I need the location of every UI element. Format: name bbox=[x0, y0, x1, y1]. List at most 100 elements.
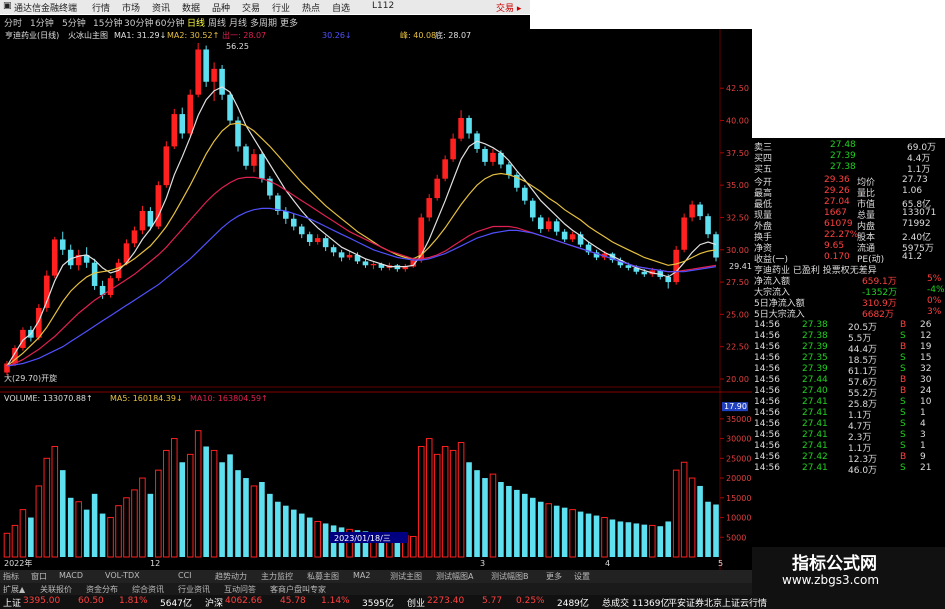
extension-tab[interactable]: 综合资讯 bbox=[132, 584, 164, 595]
volume-bar bbox=[585, 513, 592, 557]
stat-value: 133071 bbox=[902, 208, 937, 218]
volume-bar bbox=[569, 509, 576, 558]
volume-bar bbox=[203, 446, 209, 557]
quote-label: 买五 bbox=[754, 165, 773, 175]
candle-body bbox=[179, 114, 186, 134]
period-tab[interactable]: 30分钟 bbox=[124, 16, 153, 29]
volume-bar bbox=[290, 509, 297, 557]
indicator-tab[interactable]: 趋势动力 bbox=[215, 571, 247, 582]
volume-bar bbox=[186, 453, 194, 558]
menu-shichang[interactable]: 市场 bbox=[122, 1, 140, 14]
indicator-tab[interactable]: 主力监控 bbox=[261, 571, 293, 582]
menu-hangqing[interactable]: 行情 bbox=[92, 1, 110, 14]
tick-time: 14:56 bbox=[754, 441, 780, 451]
menu-hangye[interactable]: 行业 bbox=[272, 1, 290, 14]
volume-bar bbox=[227, 454, 233, 557]
quote-row: 卖三 27.48 69.0万 bbox=[752, 140, 945, 153]
candle-body bbox=[275, 195, 281, 211]
volume-bar bbox=[75, 501, 82, 558]
period-tab[interactable]: 分时 bbox=[4, 16, 22, 29]
quote-panel: 卖三 27.48 69.0万 买四 27.39 4.4万 买五 27.38 1.1万 今开 29.3… bbox=[752, 138, 945, 570]
period-tab[interactable]: 多周期 bbox=[250, 16, 277, 29]
extension-tab[interactable]: 互动问答 bbox=[224, 584, 256, 595]
period-tab-more[interactable]: 更多 bbox=[280, 16, 298, 29]
indicator-tab[interactable]: 测试幅图B bbox=[491, 571, 529, 582]
indicator-tab[interactable]: MA2 bbox=[353, 571, 370, 580]
extension-tab[interactable]: 行业资讯 bbox=[178, 584, 210, 595]
indicator-tab[interactable]: 更多 bbox=[546, 571, 562, 582]
candle-body bbox=[681, 217, 687, 250]
indicator-tab[interactable]: MACD bbox=[59, 571, 83, 580]
candle-body bbox=[243, 146, 249, 166]
candle-body bbox=[44, 275, 50, 308]
axis-year-0: 2022年 bbox=[4, 558, 32, 568]
volume-bar bbox=[417, 445, 425, 558]
indicator-tab[interactable]: 私募主图 bbox=[307, 571, 339, 582]
volume-bar bbox=[179, 462, 186, 557]
menu-zixun[interactable]: 资讯 bbox=[152, 1, 170, 14]
indicator-tab[interactable]: VOL-TDX bbox=[105, 571, 140, 580]
tick-row: 14:56 27.44 57.6万 B 30 bbox=[752, 375, 945, 388]
menu-pinzhong[interactable]: 品种 bbox=[212, 1, 230, 14]
indicator-tab[interactable]: 测试幅图A bbox=[436, 571, 473, 582]
volume-bar bbox=[219, 462, 225, 557]
menu-zixuan[interactable]: 自选 bbox=[332, 1, 350, 14]
period-tab[interactable]: 月线 bbox=[229, 16, 247, 29]
ma6-label: 底: 28.07 bbox=[435, 30, 471, 40]
quote-price: 27.38 bbox=[830, 162, 856, 172]
volume-bar bbox=[51, 445, 59, 558]
indicator-tab[interactable]: 设置 bbox=[574, 571, 590, 582]
volume-bar bbox=[210, 449, 218, 558]
tick-row: 14:56 27.41 1.1万 S 1 bbox=[752, 408, 945, 421]
volume-bar bbox=[243, 478, 249, 557]
menu-shuju[interactable]: 数据 bbox=[182, 1, 200, 14]
flow-percent: 5% bbox=[927, 274, 942, 284]
tick-volume: 46.0万 bbox=[848, 466, 878, 476]
extension-tab[interactable]: 客商户盘叫专家 bbox=[270, 584, 326, 595]
stat-row: 净资 9.65 流通 5975万 bbox=[752, 241, 945, 254]
volume-bar bbox=[441, 445, 449, 558]
candlestick-chart[interactable]: 35000 30000 25000 20000 15000 10000 5000 42.50… bbox=[0, 29, 752, 570]
index-price: 3395.00 bbox=[23, 596, 61, 606]
volume-tick-label: 25000 bbox=[726, 454, 751, 463]
status-bar: 上证 3395.00 60.50 1.81% 5647亿 沪深 4062.66 45.78 1.… bbox=[0, 595, 945, 609]
indicator-tab[interactable]: 测试主图 bbox=[390, 571, 422, 582]
period-tab[interactable]: 15分钟 bbox=[93, 16, 122, 29]
quote-price: 27.48 bbox=[830, 140, 856, 150]
candle-body bbox=[394, 265, 401, 270]
period-tab[interactable]: 60分钟 bbox=[155, 16, 184, 29]
period-tab[interactable]: 周线 bbox=[208, 16, 226, 29]
period-tab[interactable]: 5分钟 bbox=[62, 16, 86, 29]
extension-tab[interactable]: 资金分布 bbox=[86, 584, 118, 595]
indicator-tab[interactable]: 窗口 bbox=[31, 571, 47, 582]
tick-row: 14:56 27.41 1.1万 S 1 bbox=[752, 441, 945, 454]
candle-body bbox=[561, 231, 568, 240]
price-tick-label: 22.50 bbox=[726, 343, 749, 352]
menu-jiaoyi[interactable]: 交易 bbox=[242, 1, 260, 14]
indicator-tab[interactable]: CCI bbox=[178, 571, 192, 580]
trade-button[interactable]: 交易 ▸ bbox=[496, 1, 521, 14]
tick-time: 14:56 bbox=[754, 397, 780, 407]
extension-tab[interactable]: 扩展▲ bbox=[3, 584, 25, 595]
price-tick-label: 30.00 bbox=[726, 246, 749, 255]
tick-side: S bbox=[900, 441, 906, 451]
candle-body bbox=[314, 238, 321, 243]
stat-value: 61079 bbox=[824, 219, 853, 229]
indicator-tab[interactable]: 指标 bbox=[3, 571, 19, 582]
candle-body bbox=[251, 154, 257, 166]
extension-tab[interactable]: 关联报价 bbox=[40, 584, 72, 595]
tick-time: 14:56 bbox=[754, 375, 780, 385]
volume-bar bbox=[648, 524, 656, 558]
chart-area[interactable]: 35000 30000 25000 20000 15000 10000 5000 42.50… bbox=[0, 29, 752, 570]
quote-volume: 1.1万 bbox=[907, 165, 931, 175]
index-price: 4062.66 bbox=[225, 596, 263, 606]
tick-row: 14:56 27.41 2.3万 S 3 bbox=[752, 430, 945, 443]
axis-year-3: 4 bbox=[605, 559, 610, 568]
menu-redian[interactable]: 热点 bbox=[302, 1, 320, 14]
candle-body bbox=[370, 263, 377, 266]
flow-label: 5日大宗流入 bbox=[754, 310, 805, 320]
index-percent: 0.25% bbox=[516, 596, 545, 606]
volume-bar bbox=[67, 497, 74, 557]
period-tab-active[interactable]: 日线 bbox=[187, 16, 205, 29]
period-tab[interactable]: 1分钟 bbox=[30, 16, 54, 29]
